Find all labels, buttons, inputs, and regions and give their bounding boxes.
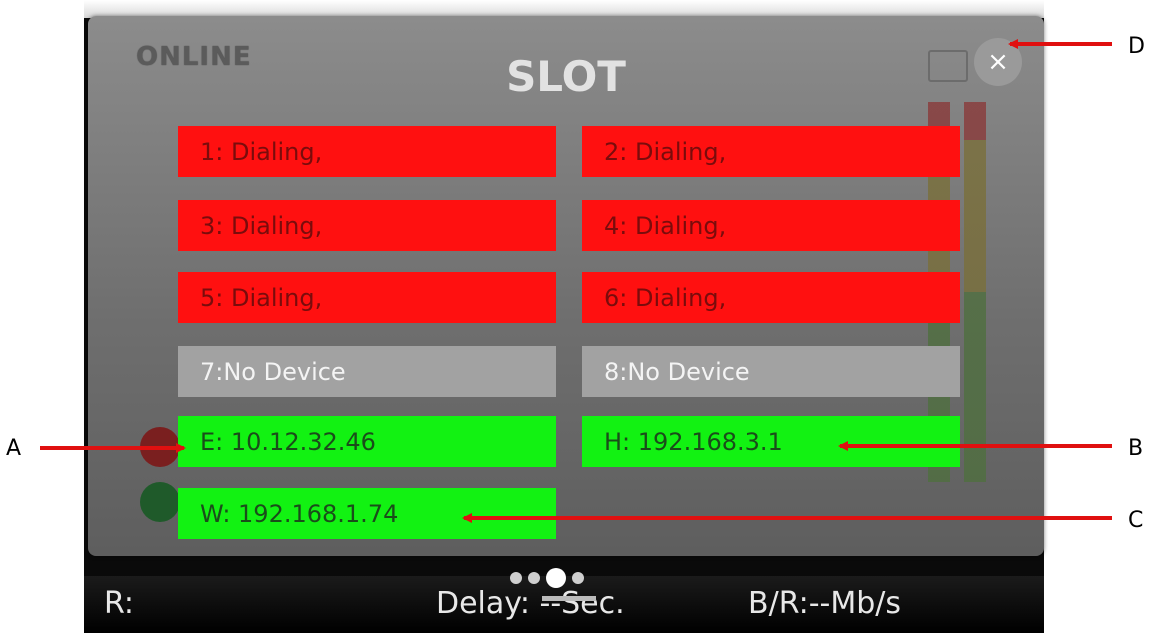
callout-label-b: B (1128, 436, 1144, 461)
callout-arrows (40, 39, 1112, 523)
callout-label-a: A (6, 436, 22, 461)
callout-label-d: D (1128, 34, 1145, 59)
callout-label-c: C (1128, 508, 1144, 533)
